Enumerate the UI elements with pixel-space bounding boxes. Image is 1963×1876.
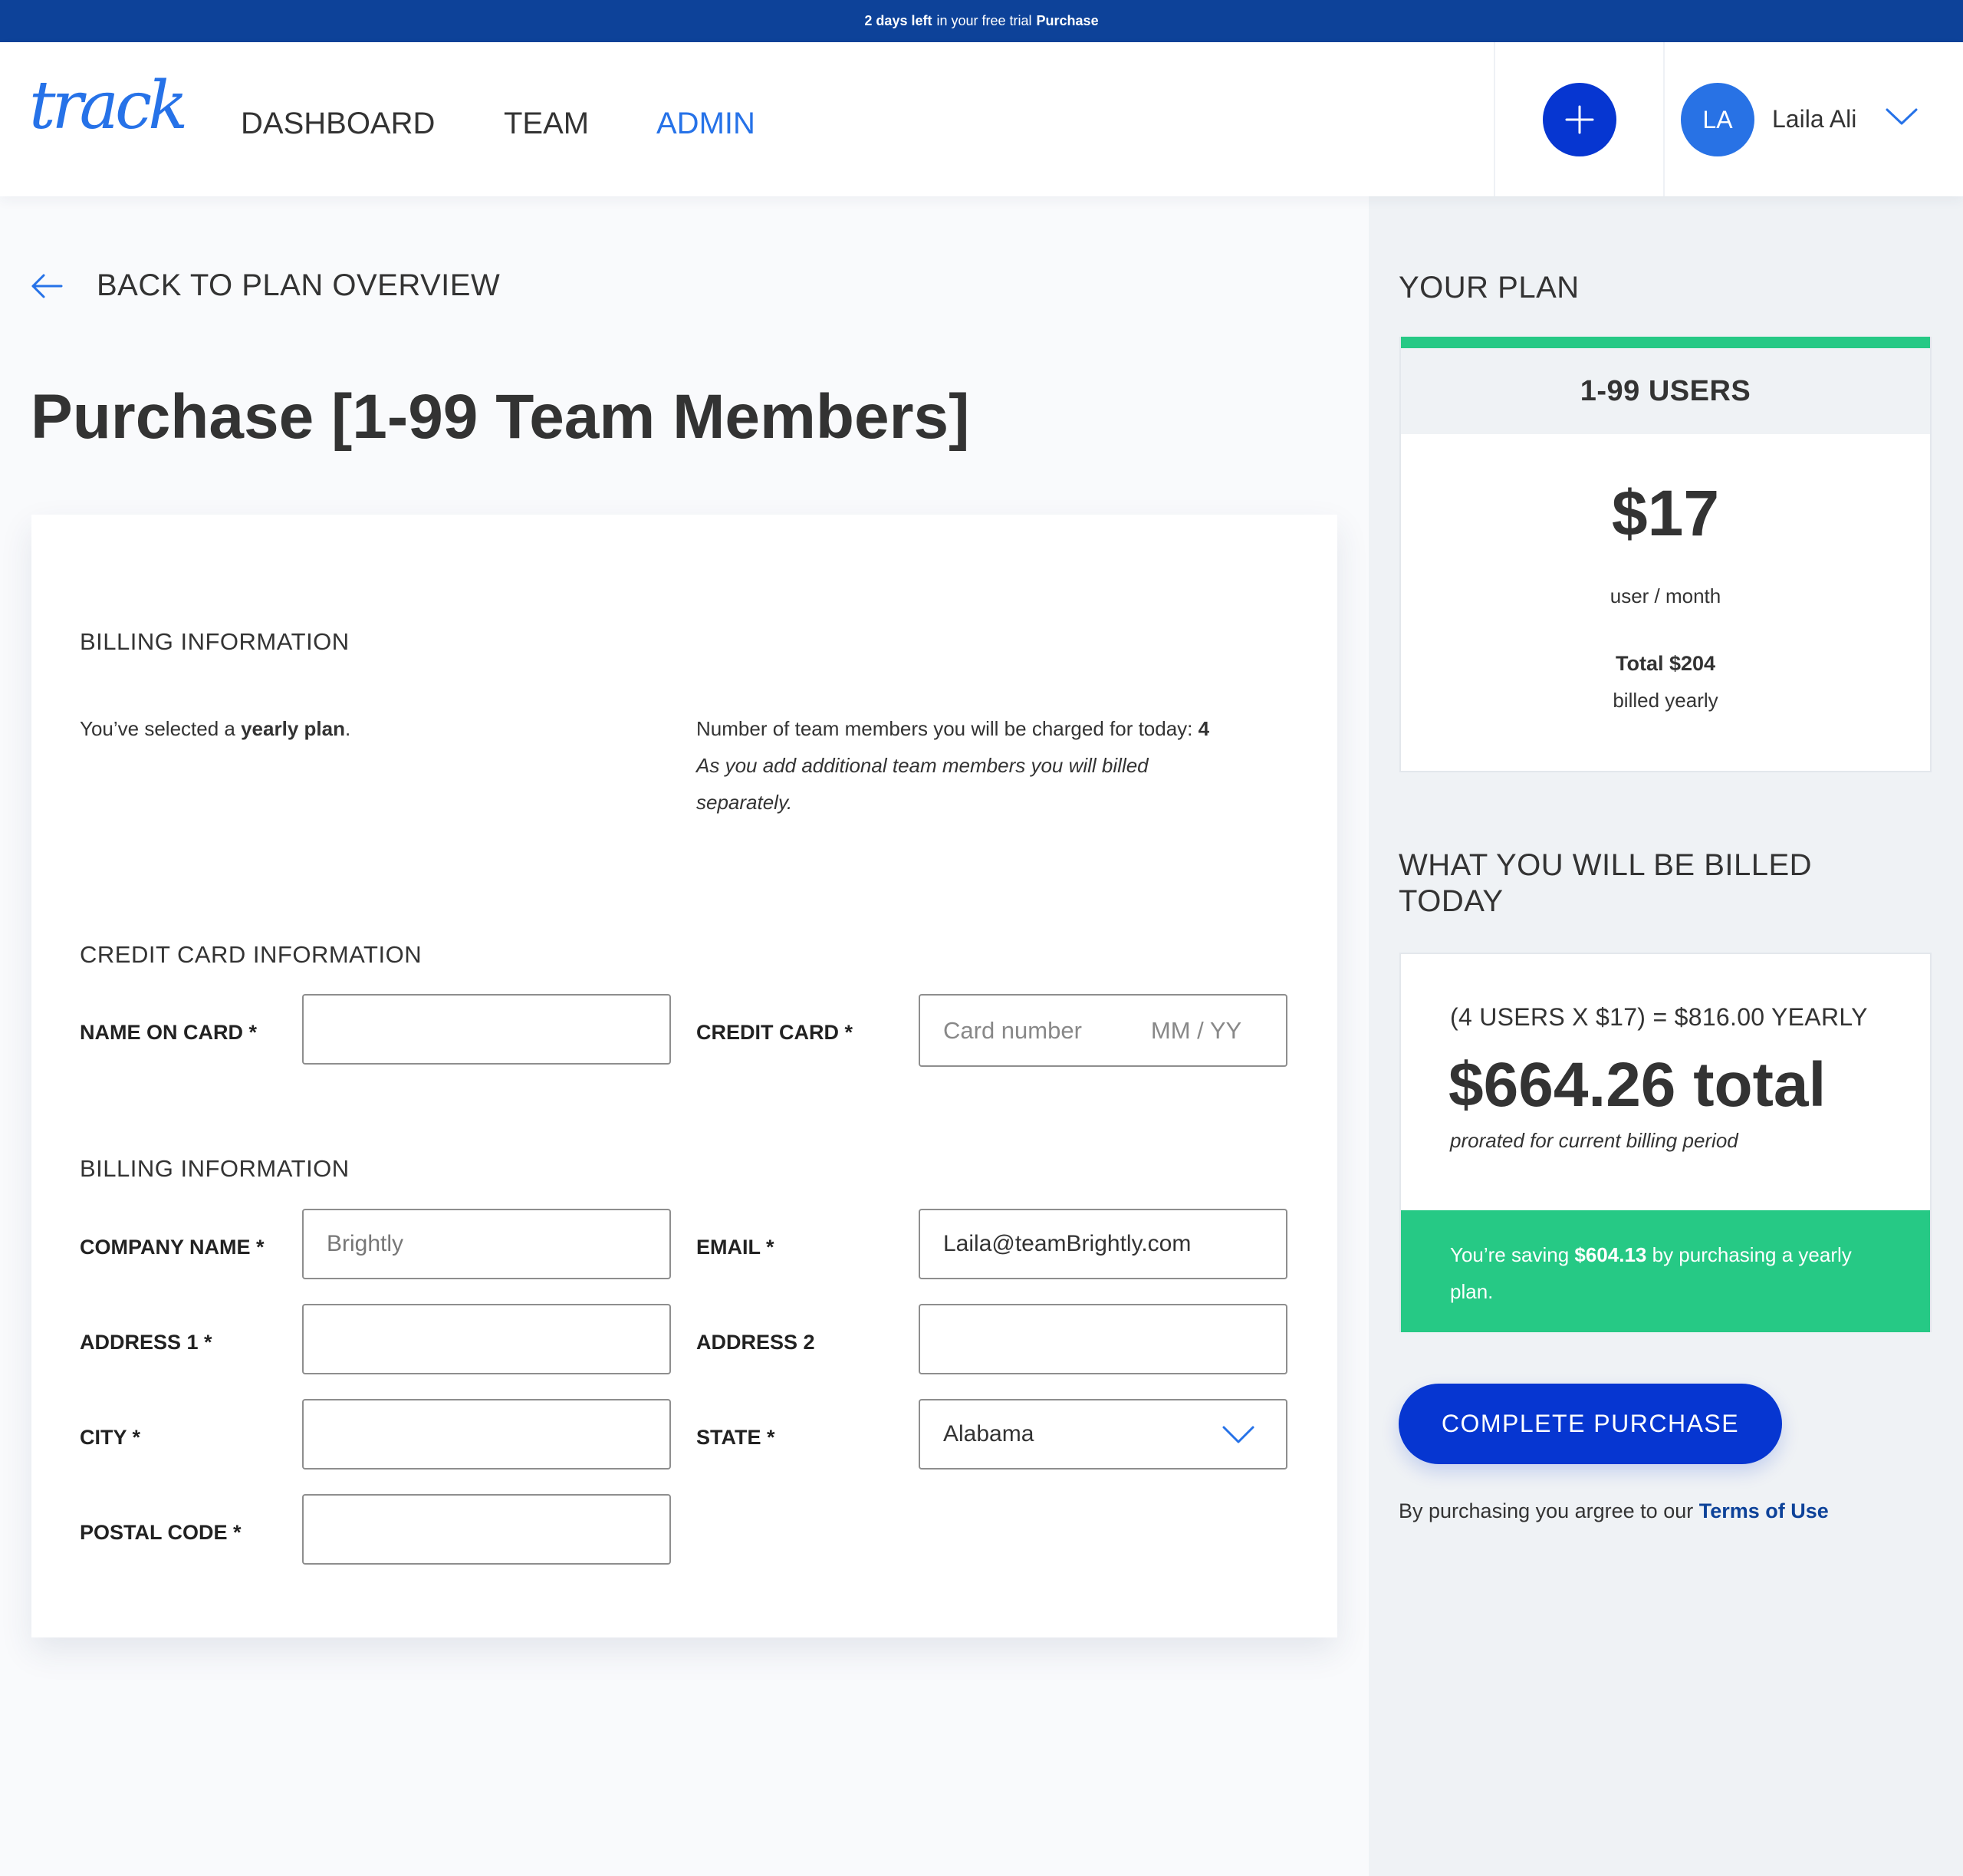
members-charge-text: Number of team members you will be charg…	[696, 710, 1248, 821]
company-name-label: COMPANY NAME *	[80, 1236, 265, 1259]
user-avatar[interactable]: LA	[1681, 83, 1754, 156]
name-on-card-input[interactable]	[302, 994, 671, 1065]
selected-plan-value: yearly plan	[241, 717, 345, 740]
plan-card: 1-99 USERS $17 user / month Total $204 b…	[1399, 337, 1932, 772]
plan-billing-period: billed yearly	[1613, 689, 1718, 712]
header-divider	[1494, 42, 1495, 196]
nav-dashboard[interactable]: DASHBOARD	[241, 108, 435, 139]
name-on-card-label: NAME ON CARD *	[80, 1021, 258, 1044]
nav-team[interactable]: TEAM	[504, 108, 589, 139]
arrow-left-icon	[31, 274, 63, 298]
postal-code-label: POSTAL CODE *	[80, 1521, 242, 1544]
billed-today-heading-line2: TODAY	[1399, 884, 1504, 918]
your-plan-heading: YOUR PLAN	[1399, 271, 1580, 304]
email-input[interactable]: Laila@teamBrightly.com	[919, 1209, 1287, 1279]
credit-card-label: CREDIT CARD *	[696, 1021, 853, 1044]
additional-members-note: As you add additional team members you w…	[696, 754, 1149, 814]
billed-today-heading-line1: WHAT YOU WILL BE BILLED	[1399, 848, 1813, 882]
user-menu-toggle[interactable]	[1885, 105, 1919, 132]
bill-prorated-note: prorated for current billing period	[1450, 1129, 1738, 1152]
members-count: 4	[1198, 717, 1210, 740]
address-2-label: ADDRESS 2	[696, 1331, 815, 1354]
back-to-plan-overview-link[interactable]: BACK TO PLAN OVERVIEW	[31, 268, 500, 303]
user-name[interactable]: Laila Ali	[1772, 104, 1856, 133]
trial-text: in your free trial	[936, 13, 1032, 28]
postal-code-input[interactable]	[302, 1494, 671, 1565]
terms-text: By purchasing you argree to our Terms of…	[1399, 1499, 1829, 1523]
banner-purchase-link[interactable]: Purchase	[1037, 13, 1099, 29]
plan-price: $17	[1611, 477, 1720, 549]
plan-accent-bar	[1401, 337, 1930, 348]
credit-card-input[interactable]: Card number MM / YY	[919, 994, 1287, 1067]
state-selected-value: Alabama	[943, 1421, 1034, 1446]
bill-total: $664.26 total	[1448, 1050, 1827, 1120]
top-header: track DASHBOARD TEAM ADMIN LA Laila Ali	[0, 42, 1963, 196]
billing-summary-card: (4 USERS X $17) = $816.00 YEARLY $664.26…	[1399, 953, 1932, 1332]
terms-prefix: By purchasing you argree to our	[1399, 1499, 1694, 1522]
company-name-input[interactable]: Brightly	[302, 1209, 671, 1279]
members-charge-label: Number of team members you will be charg…	[696, 717, 1193, 740]
state-label: STATE *	[696, 1426, 775, 1449]
page-title: Purchase [1-99 Team Members]	[31, 382, 970, 452]
credit-card-heading: CREDIT CARD INFORMATION	[80, 941, 423, 968]
plan-tier: 1-99 USERS	[1401, 348, 1930, 434]
complete-purchase-button[interactable]: COMPLETE PURCHASE	[1399, 1384, 1782, 1464]
trial-banner: 2 days left in your free trial Purchase	[0, 0, 1963, 42]
header-divider	[1663, 42, 1665, 196]
track-logo[interactable]: track	[29, 73, 188, 139]
selected-plan-prefix: You’ve selected a	[80, 717, 235, 740]
trial-days-left: 2 days left	[864, 13, 932, 28]
plus-icon	[1565, 105, 1594, 134]
address-1-label: ADDRESS 1 *	[80, 1331, 212, 1354]
selected-plan-text: You’ve selected a yearly plan.	[80, 710, 350, 747]
chevron-down-icon	[1222, 1426, 1254, 1443]
savings-banner: You’re saving $604.13 by purchasing a ye…	[1401, 1210, 1930, 1332]
city-label: CITY *	[80, 1426, 141, 1449]
state-select[interactable]: Alabama	[919, 1399, 1287, 1470]
plan-price-unit: user / month	[1610, 584, 1721, 607]
address-1-input[interactable]	[302, 1304, 671, 1374]
nav-admin[interactable]: ADMIN	[656, 108, 755, 139]
billed-today-heading: WHAT YOU WILL BE BILLED TODAY	[1399, 847, 1812, 920]
chevron-down-icon	[1886, 108, 1918, 125]
terms-of-use-link[interactable]: Terms of Use	[1699, 1499, 1829, 1522]
savings-prefix: You’re saving	[1450, 1243, 1570, 1266]
plan-total: Total $204	[1615, 652, 1716, 675]
selected-plan-suffix: .	[344, 717, 351, 740]
avatar-initials: LA	[1702, 105, 1733, 133]
city-input[interactable]	[302, 1399, 671, 1470]
add-button[interactable]	[1543, 83, 1616, 156]
card-number-placeholder: Card number	[943, 1016, 1082, 1044]
savings-amount: $604.13	[1574, 1243, 1647, 1266]
expiry-placeholder: MM / YY	[1150, 1016, 1242, 1044]
bill-formula: (4 USERS X $17) = $816.00 YEARLY	[1450, 1003, 1868, 1031]
address-2-input[interactable]	[919, 1304, 1287, 1374]
billing-plan-heading: BILLING INFORMATION	[80, 628, 350, 655]
purchase-form-card: BILLING INFORMATION You’ve selected a ye…	[31, 515, 1337, 1637]
email-label: EMAIL *	[696, 1236, 774, 1259]
billing-address-heading: BILLING INFORMATION	[80, 1155, 350, 1182]
back-link-label: BACK TO PLAN OVERVIEW	[97, 268, 501, 302]
